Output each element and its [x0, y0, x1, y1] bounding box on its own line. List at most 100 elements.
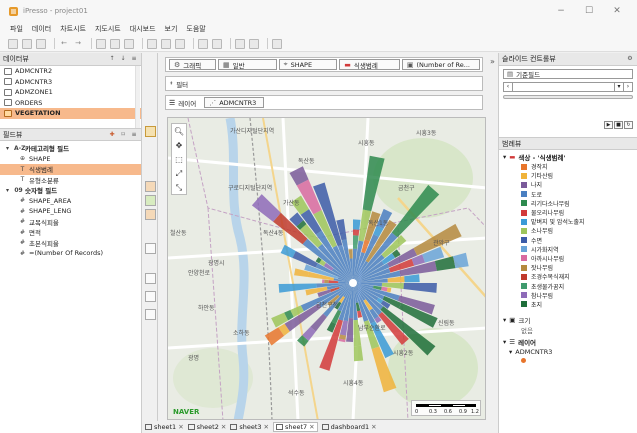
select-icon[interactable]: ⬚	[173, 154, 185, 166]
close-button[interactable]: ✕	[603, 6, 631, 16]
layout-icon[interactable]	[147, 38, 157, 49]
field-item[interactable]: # SHAPE_AREA	[0, 196, 141, 207]
forward-arrow-icon[interactable]: →	[73, 39, 83, 49]
sheet-tab[interactable]: sheet1 ✕	[145, 423, 184, 431]
stop-icon[interactable]: ■	[614, 121, 623, 129]
data-list-scrollbar[interactable]	[135, 66, 140, 128]
menu-data[interactable]: 데이터	[32, 24, 51, 34]
play-icon[interactable]: ▶	[604, 121, 613, 129]
legend-item[interactable]: 도로	[499, 190, 637, 199]
dropdown-arrow-icon[interactable]: ▾	[614, 82, 623, 92]
grid-icon[interactable]	[161, 38, 171, 49]
pin-icon[interactable]	[145, 273, 156, 284]
sort-desc-icon[interactable]: ↓	[119, 55, 127, 63]
data-source-item[interactable]: ADMCNTR2	[0, 66, 141, 77]
clipboard-icon[interactable]	[145, 243, 156, 254]
sheet-tab[interactable]: dashboard1 ✕	[321, 423, 377, 431]
legend-item[interactable]: 초지	[499, 300, 637, 309]
next-arrow-icon[interactable]: ›	[623, 82, 632, 92]
legend-color-header[interactable]: ▾ ▬ 색상 - '식생범례'	[499, 152, 637, 162]
settings-icon[interactable]: ⚙	[626, 55, 634, 63]
close-tab-icon[interactable]: ✕	[371, 423, 376, 431]
new-icon[interactable]	[8, 38, 18, 49]
data-source-item[interactable]: ADMCNTR3	[0, 77, 141, 88]
field-group-numeric[interactable]: ▾ 09 숫자형 필드	[0, 185, 141, 196]
legend-item[interactable]: 잣나무림	[499, 263, 637, 272]
expand-icon[interactable]: ▾	[509, 348, 512, 356]
maximize-button[interactable]: ☐	[575, 6, 603, 16]
map-icon[interactable]	[110, 38, 120, 49]
save-icon[interactable]	[36, 38, 46, 49]
general-pill[interactable]: ▦ 일반	[217, 59, 277, 70]
field-item[interactable]: # =(Number Of Records)	[0, 248, 141, 259]
color-pill[interactable]: ▬ 식생범례	[339, 59, 400, 70]
data-source-item[interactable]: ORDERS	[0, 98, 141, 109]
field-group-categorical[interactable]: ▾ A-Z 카테고리형 필드	[0, 143, 141, 154]
legend-item[interactable]: 소나무림	[499, 226, 637, 235]
presentation-icon[interactable]	[249, 38, 259, 49]
legend-layer-header[interactable]: ▾ ☰ 레이어	[499, 337, 637, 347]
legend-item[interactable]: 수면	[499, 236, 637, 245]
palette-icon[interactable]	[145, 126, 156, 137]
chart-icon[interactable]	[96, 38, 106, 49]
layer-pill[interactable]: ⋰ ADMCNTR3	[204, 97, 265, 108]
expand-icon[interactable]: ▾	[503, 153, 506, 161]
loop-icon[interactable]: ↻	[624, 121, 633, 129]
sheet-tab-active[interactable]: sheet7 ✕	[272, 422, 318, 432]
menu-dashboard[interactable]: 대시보드	[130, 24, 156, 34]
export-icon[interactable]	[235, 38, 245, 49]
legend-item[interactable]: 나지	[499, 180, 637, 189]
field-tag-icon[interactable]: ⌑	[119, 131, 127, 139]
legend-item[interactable]: 물오리나무림	[499, 208, 637, 217]
field-item[interactable]: # 교목식피율	[0, 217, 141, 228]
back-arrow-icon[interactable]: ←	[59, 39, 69, 49]
expand-icon[interactable]: ▾	[503, 316, 506, 324]
expand-icon[interactable]: ▾	[3, 145, 12, 152]
legend-item[interactable]: 시가화지역	[499, 245, 637, 254]
panel-menu-icon[interactable]: ≡	[130, 55, 138, 63]
slide-track[interactable]	[503, 95, 633, 99]
open-icon[interactable]	[22, 38, 32, 49]
reset-icon[interactable]: ⤡	[173, 182, 185, 194]
menu-chart-sheet[interactable]: 차트시트	[60, 24, 86, 34]
legend-size-header[interactable]: ▾ ▣ 크기	[499, 315, 637, 325]
image-icon[interactable]	[198, 38, 208, 49]
settings-icon[interactable]	[145, 309, 156, 320]
field-item-selected[interactable]: T 식생범례	[0, 164, 141, 175]
map-view[interactable]: 🔍︎ ✥ ⬚ ⤢ ⤡ 가산디지털단지역 독산동 구로디지털단지역 금천구청 시흥…	[167, 117, 486, 420]
menu-map-sheet[interactable]: 지도시트	[95, 24, 121, 34]
field-item[interactable]: ⊕ SHAPE	[0, 154, 141, 165]
field-menu-icon[interactable]: ≡	[130, 131, 138, 139]
legend-item[interactable]: 기타산림	[499, 171, 637, 180]
legend-item[interactable]: 리기다소나무림	[499, 199, 637, 208]
menu-help[interactable]: 도움말	[186, 24, 205, 34]
close-tab-icon[interactable]: ✕	[264, 423, 269, 431]
close-tab-icon[interactable]: ✕	[221, 423, 226, 431]
close-tab-icon[interactable]: ✕	[178, 423, 183, 431]
pan-icon[interactable]: ✥	[173, 140, 185, 152]
brush-icon[interactable]	[145, 291, 156, 302]
monitor-icon[interactable]	[272, 38, 282, 49]
field-item[interactable]: # SHAPE_LENG	[0, 206, 141, 217]
menu-view[interactable]: 보기	[165, 24, 178, 34]
slide-field-box[interactable]: ▤ 기준필드	[503, 69, 633, 79]
zoom-icon[interactable]: 🔍︎	[173, 126, 185, 138]
field-item[interactable]: # 초본식피율	[0, 238, 141, 249]
data-source-item-selected[interactable]: VEGETATION	[0, 108, 141, 119]
shape-pill[interactable]: ⌖ SHAPE	[278, 59, 338, 70]
sheet-icon[interactable]	[124, 38, 134, 49]
graphic-pill[interactable]: ⚙ 그래픽	[169, 59, 216, 70]
minimize-button[interactable]: −	[547, 6, 575, 16]
expand-icon[interactable]: ▾	[503, 338, 506, 346]
field-item[interactable]: # 면적	[0, 227, 141, 238]
bar-chart-icon[interactable]	[212, 38, 222, 49]
close-tab-icon[interactable]: ✕	[309, 423, 314, 431]
prev-arrow-icon[interactable]: ‹	[504, 82, 513, 92]
legend-item[interactable]: 밭벼지 및 암석노출지	[499, 217, 637, 226]
size-pill[interactable]: ▣ (Number of Re...	[401, 59, 480, 70]
field-add-icon[interactable]: ✚	[108, 131, 116, 139]
collapse-arrow-icon[interactable]: »	[488, 56, 497, 68]
field-item[interactable]: T 유형소분류	[0, 175, 141, 186]
legend-item[interactable]: 초생물가꿈지	[499, 281, 637, 291]
sort-asc-icon[interactable]: ↑	[108, 55, 116, 63]
